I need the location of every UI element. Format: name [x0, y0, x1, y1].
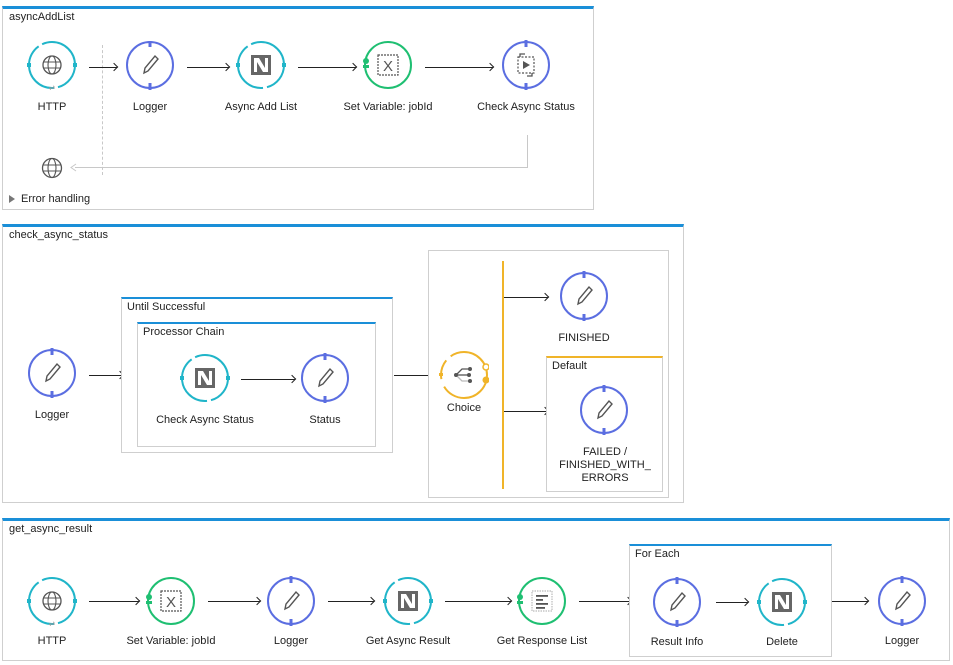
- node-label: Status: [309, 414, 341, 426]
- flow-arrow: [328, 601, 374, 602]
- return-line: [75, 167, 528, 168]
- variable-icon: X: [146, 577, 195, 625]
- choice-container[interactable]: Choice FINISHED Default FAILED / FINISHE…: [428, 250, 669, 498]
- logger-node[interactable]: [266, 576, 316, 626]
- choice-bar: [502, 261, 504, 489]
- route-arrow: [504, 411, 548, 412]
- flow-check-async-status[interactable]: check_async_status Logger Until Successf…: [2, 224, 684, 503]
- node-label: Get Async Result: [365, 635, 451, 647]
- flow-title: asyncAddList: [9, 11, 75, 23]
- logger-node[interactable]: [300, 353, 350, 403]
- svg-text:⇌: ⇌: [49, 83, 56, 90]
- transform-message-icon: [517, 577, 566, 625]
- flow-arrow: [208, 601, 260, 602]
- route-label: FAILED / FINISHED_WITH_ ERRORS: [559, 446, 651, 484]
- netsuite-icon: [236, 41, 286, 89]
- until-successful-scope[interactable]: Until Successful Processor Chain Check A…: [121, 297, 393, 453]
- flow-arrow: [716, 602, 748, 603]
- flow-async-add-list[interactable]: asyncAddList ⇌ HTTP Logger Async Add Lis…: [2, 6, 594, 210]
- pencil-icon: [560, 271, 608, 321]
- flow-arrow: [832, 601, 868, 602]
- pencil-icon: [580, 385, 628, 435]
- logger-node[interactable]: [27, 348, 77, 398]
- set-variable-node[interactable]: X: [363, 40, 413, 90]
- node-label: Check Async Status: [477, 101, 575, 113]
- pencil-icon: [126, 40, 174, 90]
- logger-node[interactable]: [125, 40, 175, 90]
- pencil-icon: [28, 348, 76, 398]
- default-route-scope[interactable]: Default FAILED / FINISHED_WITH_ ERRORS: [546, 356, 663, 492]
- logger-node[interactable]: [559, 271, 609, 321]
- node-label: Result Info: [650, 636, 704, 648]
- node-label: Choice: [446, 402, 482, 414]
- expand-triangle-icon: [9, 195, 15, 203]
- globe-icon: ⇌: [27, 41, 77, 90]
- transform-message-node[interactable]: [517, 576, 567, 626]
- scope-title: For Each: [635, 548, 680, 560]
- scope-title: Processor Chain: [143, 326, 225, 338]
- flow-arrow: [89, 601, 139, 602]
- flow-title: check_async_status: [9, 229, 109, 241]
- netsuite-icon: [757, 578, 807, 626]
- node-label: Get Response List: [496, 635, 588, 647]
- pencil-icon: [878, 576, 926, 626]
- netsuite-connector-node[interactable]: [757, 577, 807, 627]
- svg-text:X: X: [383, 58, 393, 75]
- netsuite-icon: [383, 577, 433, 625]
- processor-chain-scope[interactable]: Processor Chain Check Async Status Statu…: [137, 322, 376, 447]
- netsuite-connector-node[interactable]: [180, 353, 230, 403]
- choice-icon: [439, 351, 489, 399]
- flow-arrow: [579, 601, 631, 602]
- svg-text:X: X: [166, 594, 176, 611]
- node-label: Logger: [273, 635, 309, 647]
- globe-icon: ⇌: [27, 577, 77, 626]
- flow-arrow: [445, 601, 511, 602]
- scope-title: Default: [552, 360, 587, 372]
- svg-text:⇌: ⇌: [49, 619, 56, 626]
- netsuite-connector-node[interactable]: [383, 576, 433, 626]
- flow-reference-node[interactable]: [501, 40, 551, 90]
- node-label: Logger: [884, 635, 920, 647]
- pencil-icon: [267, 576, 315, 626]
- flow-reference-icon: [502, 40, 550, 90]
- node-label: Set Variable: jobId: [343, 101, 433, 113]
- flow-arrow: [187, 67, 229, 68]
- node-label: Set Variable: jobId: [126, 635, 216, 647]
- flow-arrow: [298, 67, 356, 68]
- variable-icon: X: [363, 41, 412, 89]
- netsuite-icon: [180, 354, 230, 402]
- error-handling-label: Error handling: [21, 193, 91, 205]
- globe-icon: [41, 157, 63, 179]
- node-label: Logger: [132, 101, 168, 113]
- node-label: HTTP: [37, 635, 67, 647]
- node-label: Logger: [34, 409, 70, 421]
- logger-node[interactable]: [652, 577, 702, 627]
- scope-title: Until Successful: [127, 301, 206, 313]
- route-label: FINISHED: [558, 332, 610, 344]
- pencil-icon: [653, 577, 701, 627]
- return-line: [527, 135, 528, 167]
- http-listener-node[interactable]: ⇌: [27, 576, 77, 626]
- return-arrow-head: [70, 163, 77, 172]
- pencil-icon: [301, 353, 349, 403]
- node-label: Async Add List: [224, 101, 298, 113]
- route-arrow: [504, 297, 548, 298]
- set-variable-node[interactable]: X: [146, 576, 196, 626]
- error-handling-toggle[interactable]: Error handling: [9, 193, 90, 205]
- logger-node[interactable]: [877, 576, 927, 626]
- choice-router-node[interactable]: [439, 350, 489, 400]
- flow-title: get_async_result: [9, 523, 93, 535]
- flow-get-async-result[interactable]: get_async_result ⇌ HTTP X Set Variable: …: [2, 518, 950, 661]
- node-label: Delete: [766, 636, 798, 648]
- for-each-scope[interactable]: For Each Result Info Delete: [629, 544, 832, 657]
- node-label: Check Async Status: [156, 414, 254, 426]
- flow-arrow: [89, 67, 117, 68]
- netsuite-connector-node[interactable]: [236, 40, 286, 90]
- http-listener-node[interactable]: ⇌: [27, 40, 77, 90]
- flow-arrow: [89, 375, 123, 376]
- logger-node[interactable]: [579, 385, 629, 435]
- flow-arrow: [425, 67, 493, 68]
- flow-arrow: [241, 379, 295, 380]
